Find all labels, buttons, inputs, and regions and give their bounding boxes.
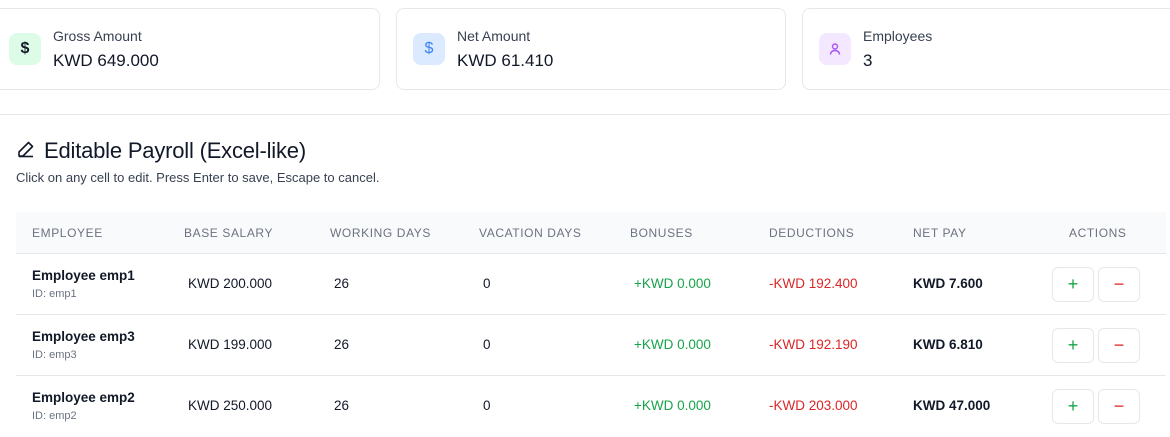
section-divider [0, 114, 1170, 115]
base-salary-cell[interactable]: KWD 199.000 [188, 337, 272, 352]
dollar-icon: $ [413, 33, 445, 65]
working-days-cell[interactable]: 26 [334, 398, 349, 413]
bonuses-cell[interactable]: +KWD 0.000 [634, 337, 711, 352]
header-base-salary: BASE SALARY [184, 226, 274, 240]
table-row: Employee emp2 ID: emp2 KWD 250.000 26 0 … [16, 376, 1166, 437]
bonuses-cell[interactable]: +KWD 0.000 [634, 276, 711, 291]
employee-name: Employee emp3 [32, 329, 135, 344]
header-employee: EMPLOYEE [32, 226, 103, 240]
employee-id: ID: emp2 [32, 410, 77, 422]
vacation-days-cell[interactable]: 0 [483, 337, 491, 352]
add-deduction-button[interactable]: − [1098, 328, 1140, 363]
deductions-cell[interactable]: -KWD 192.400 [769, 276, 858, 291]
deductions-cell[interactable]: -KWD 203.000 [769, 398, 858, 413]
table-row: Employee emp3 ID: emp3 KWD 199.000 26 0 … [16, 315, 1166, 376]
header-actions: ACTIONS [1069, 226, 1127, 240]
section-title: Editable Payroll (Excel-like) [44, 138, 306, 163]
working-days-cell[interactable]: 26 [334, 337, 349, 352]
add-deduction-button[interactable]: − [1098, 389, 1140, 424]
header-working-days: WORKING DAYS [330, 226, 431, 240]
employees-card: Employees 3 [802, 8, 1170, 90]
base-salary-cell[interactable]: KWD 200.000 [188, 276, 272, 291]
plus-icon: + [1067, 335, 1079, 355]
employees-value: 3 [863, 51, 873, 70]
gross-amount-label: Gross Amount [53, 28, 142, 44]
summary-cards: $ Gross Amount KWD 649.000 $ Net Amount … [0, 8, 1170, 90]
user-icon [819, 33, 851, 65]
vacation-days-cell[interactable]: 0 [483, 276, 491, 291]
employee-id: ID: emp3 [32, 349, 77, 361]
pencil-icon [16, 139, 36, 164]
employee-name: Employee emp2 [32, 390, 135, 405]
net-pay-cell: KWD 47.000 [913, 398, 991, 413]
employees-label: Employees [863, 28, 933, 44]
working-days-cell[interactable]: 26 [334, 276, 349, 291]
gross-amount-card: $ Gross Amount KWD 649.000 [0, 8, 380, 90]
net-amount-label: Net Amount [457, 28, 531, 44]
table-row: Employee emp1 ID: emp1 KWD 200.000 26 0 … [16, 254, 1166, 315]
plus-icon: + [1067, 274, 1079, 294]
add-deduction-button[interactable]: − [1098, 267, 1140, 302]
minus-icon: − [1113, 335, 1125, 355]
add-bonus-button[interactable]: + [1052, 389, 1094, 424]
section-subtitle: Click on any cell to edit. Press Enter t… [16, 170, 380, 185]
section-header: Editable Payroll (Excel-like) [16, 138, 306, 164]
header-deductions: DEDUCTIONS [769, 226, 855, 240]
header-net-pay: NET PAY [913, 226, 967, 240]
gross-amount-value: KWD 649.000 [53, 51, 159, 70]
payroll-table: EMPLOYEE BASE SALARY WORKING DAYS VACATI… [16, 212, 1166, 437]
employee-id: ID: emp1 [32, 288, 77, 300]
vacation-days-cell[interactable]: 0 [483, 398, 491, 413]
minus-icon: − [1113, 396, 1125, 416]
dollar-icon: $ [9, 33, 41, 65]
net-amount-card: $ Net Amount KWD 61.410 [396, 8, 786, 90]
header-bonuses: BONUSES [630, 226, 693, 240]
add-bonus-button[interactable]: + [1052, 267, 1094, 302]
employee-name: Employee emp1 [32, 268, 135, 283]
net-pay-cell: KWD 7.600 [913, 276, 983, 291]
net-amount-value: KWD 61.410 [457, 51, 554, 70]
base-salary-cell[interactable]: KWD 250.000 [188, 398, 272, 413]
minus-icon: − [1113, 274, 1125, 294]
header-vacation-days: VACATION DAYS [479, 226, 582, 240]
table-header: EMPLOYEE BASE SALARY WORKING DAYS VACATI… [16, 212, 1166, 254]
bonuses-cell[interactable]: +KWD 0.000 [634, 398, 711, 413]
plus-icon: + [1067, 396, 1079, 416]
add-bonus-button[interactable]: + [1052, 328, 1094, 363]
deductions-cell[interactable]: -KWD 192.190 [769, 337, 858, 352]
net-pay-cell: KWD 6.810 [913, 337, 983, 352]
